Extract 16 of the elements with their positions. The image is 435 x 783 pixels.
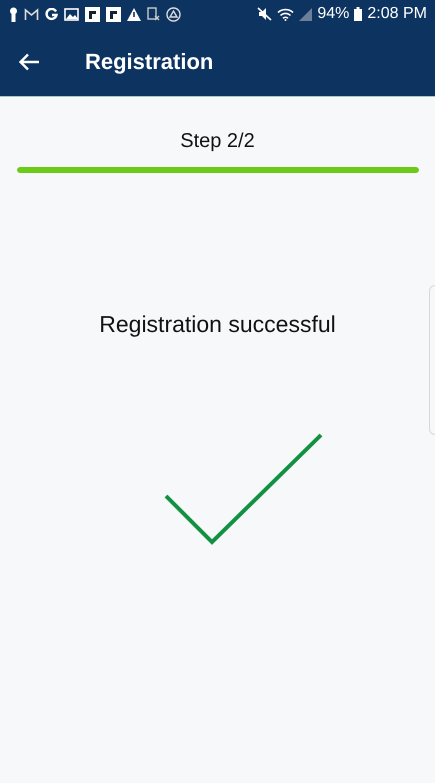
keyhole-icon <box>9 6 18 22</box>
mute-icon <box>257 7 272 21</box>
signal-icon <box>299 8 312 20</box>
wifi-icon <box>277 8 294 20</box>
screen-title: Registration <box>85 49 214 75</box>
success-message: Registration successful <box>99 311 336 338</box>
square-icon <box>106 6 121 22</box>
mail-icon <box>24 8 39 20</box>
square-icon <box>85 6 100 22</box>
battery-percent: 94% <box>317 5 350 23</box>
step-label: Step 2/2 <box>180 130 255 153</box>
warning-icon <box>127 8 141 20</box>
clock: 2:08 PM <box>367 5 427 23</box>
battery-icon <box>354 7 362 21</box>
document-icon <box>147 7 160 21</box>
image-icon <box>64 8 79 20</box>
